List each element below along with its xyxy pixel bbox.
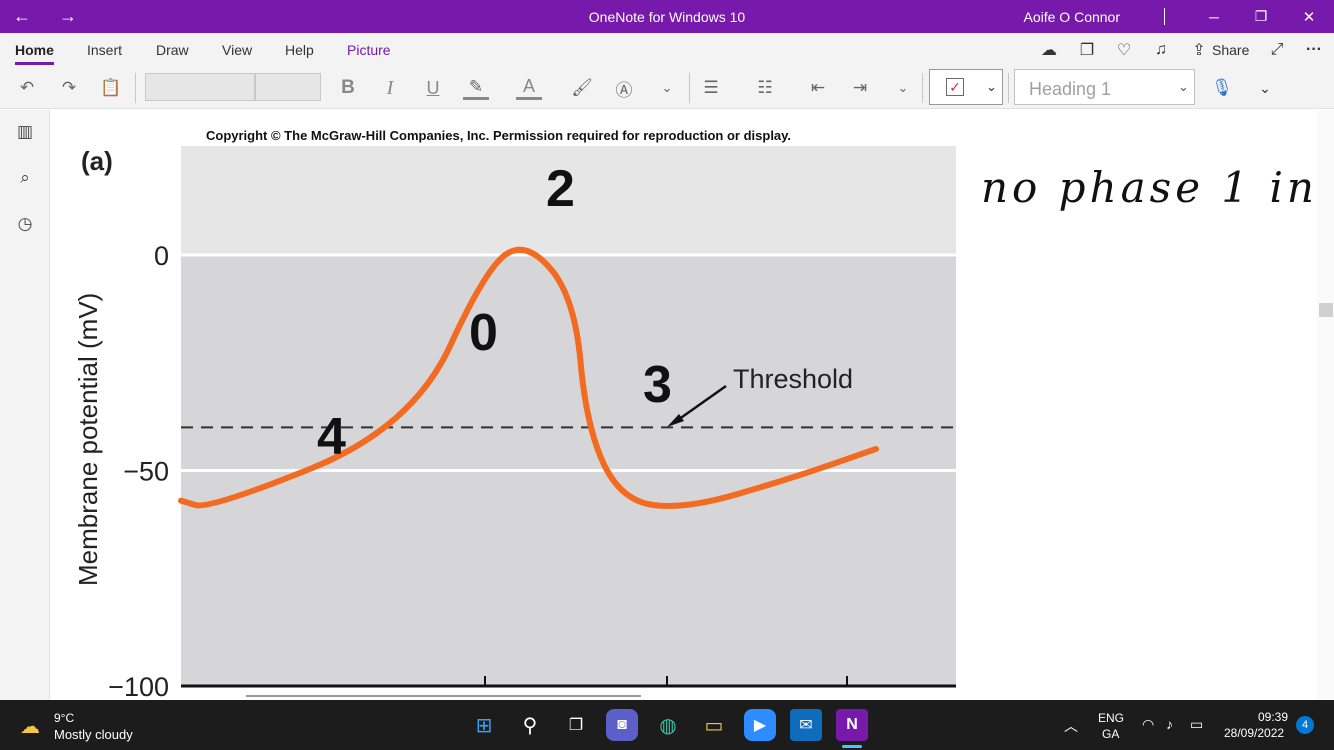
redo-icon[interactable]: ↷ <box>56 76 82 100</box>
active-app-indicator <box>842 745 862 748</box>
chevron-down-icon[interactable]: ⌄ <box>1252 76 1278 100</box>
weather-description[interactable]: Mostly cloudy <box>54 727 133 742</box>
recent-clock-icon[interactable]: ◷ <box>13 212 37 236</box>
expand-icon[interactable]: ⤢ <box>1266 40 1288 60</box>
page-canvas[interactable]: Copyright © The McGraw-Hill Companies, I… <box>51 110 1317 700</box>
copyright-notice: Copyright © The McGraw-Hill Companies, I… <box>206 128 791 143</box>
format-painter-icon[interactable]: 🖌 <box>569 76 595 100</box>
file-explorer-icon[interactable]: ▭ <box>698 709 730 741</box>
notebooks-icon[interactable]: ▥ <box>13 120 37 144</box>
user-name[interactable]: Aoife O Connor <box>1024 9 1121 25</box>
close-button[interactable]: ✕ <box>1289 0 1329 33</box>
more-options-icon[interactable]: ··· <box>1303 40 1325 60</box>
font-family-select[interactable] <box>145 73 255 101</box>
left-navigation: ▥ ⌕ ◷ <box>0 110 50 700</box>
language-indicator[interactable]: ENG <box>1098 711 1124 725</box>
ribbon-separator <box>922 73 923 103</box>
restore-button[interactable]: ❐ <box>1241 0 1281 33</box>
threshold-label: Threshold <box>733 364 853 394</box>
search-icon[interactable]: ⚲ <box>514 709 546 741</box>
bold-button[interactable]: B <box>335 76 361 100</box>
app-title: OneNote for Windows 10 <box>588 9 746 25</box>
numbered-list-icon[interactable]: ☷ <box>752 76 778 100</box>
active-tab-indicator <box>15 62 54 65</box>
y-tick-label: −100 <box>108 672 169 700</box>
clock-date[interactable]: 28/09/2022 <box>1224 726 1284 740</box>
y-tick-label: −50 <box>123 457 169 487</box>
bell-icon[interactable]: ♫ <box>1150 40 1172 60</box>
phase-label-0: 0 <box>469 304 498 362</box>
indent-icon[interactable]: ⇥ <box>847 76 873 100</box>
wifi-icon[interactable]: ◠ <box>1142 716 1154 733</box>
highlight-icon[interactable]: ✎ <box>463 76 489 100</box>
styles-icon[interactable]: Ⓐ <box>611 76 637 100</box>
style-select-value: Heading 1 <box>1029 79 1112 99</box>
clipboard-icon[interactable]: 📋 <box>98 76 124 100</box>
chevron-down-icon: ⌄ <box>986 79 997 94</box>
tab-insert[interactable]: Insert <box>87 42 122 58</box>
teams-chat-icon[interactable]: ◙ <box>606 709 638 741</box>
minimize-button[interactable]: ─ <box>1194 0 1234 33</box>
tab-home[interactable]: Home <box>15 42 54 58</box>
tab-help[interactable]: Help <box>285 42 314 58</box>
share-button[interactable]: Share <box>1212 42 1249 58</box>
phase-label-2: 2 <box>546 160 575 218</box>
chevron-down-icon[interactable]: ⌄ <box>890 76 916 100</box>
underline-button[interactable]: U <box>420 76 446 100</box>
phase-label-3: 3 <box>643 356 672 414</box>
bullet-list-icon[interactable]: ☰ <box>698 76 724 100</box>
task-view-icon[interactable]: ❐ <box>560 709 592 741</box>
font-color-button[interactable]: A <box>516 76 542 100</box>
chevron-down-icon[interactable]: ⌄ <box>654 76 680 100</box>
lightbulb-icon[interactable]: ♡ <box>1113 40 1135 60</box>
phase-label-4: 4 <box>317 408 346 466</box>
italic-button[interactable]: I <box>377 76 403 100</box>
title-bar: ← → OneNote for Windows 10 Aoife O Conno… <box>0 0 1334 33</box>
panel-label: (a) <box>81 146 113 176</box>
checkbox-icon: ✓ <box>946 78 964 96</box>
y-axis-label: Membrane potential (mV) <box>73 293 103 586</box>
ribbon-toolbar: ↶ ↷ 📋 B I U ✎ A 🖌 Ⓐ ⌄ ☰ ☷ ⇤ ⇥ ⌄ ✓ ⌄ Head… <box>0 67 1334 109</box>
microphone-icon[interactable]: 🎙 <box>1209 76 1235 100</box>
keyboard-layout-indicator[interactable]: GA <box>1102 727 1119 741</box>
edge-browser-icon[interactable]: ◍ <box>652 709 684 741</box>
ribbon-separator <box>135 73 136 103</box>
start-windows-icon[interactable]: ⊞ <box>468 709 500 741</box>
weather-temperature[interactable]: 9°C <box>54 711 74 725</box>
windows-taskbar: ☁ 9°C Mostly cloudy ⊞ ⚲ ❐ ◙ ◍ ▭ ▶ ✉ N ︿ … <box>0 700 1334 750</box>
todo-tag-select[interactable]: ✓ ⌄ <box>929 69 1003 105</box>
battery-icon[interactable]: ▭ <box>1190 716 1203 733</box>
weather-cloud-icon[interactable]: ☁ <box>20 714 40 739</box>
search-icon[interactable]: ⌕ <box>13 166 37 190</box>
undo-icon[interactable]: ↶ <box>14 76 40 100</box>
zoom-icon[interactable]: ▶ <box>744 709 776 741</box>
tab-draw[interactable]: Draw <box>156 42 189 58</box>
show-hidden-icons-chevron-icon[interactable]: ︿ <box>1064 716 1078 736</box>
title-separator <box>1164 8 1165 25</box>
mail-icon[interactable]: ✉ <box>790 709 822 741</box>
notification-count-badge[interactable]: 4 <box>1296 716 1314 734</box>
volume-icon[interactable]: ♪ <box>1166 716 1173 732</box>
font-size-select[interactable] <box>255 73 321 101</box>
notebook-icon[interactable]: ❐ <box>1076 40 1098 60</box>
clock-time[interactable]: 09:39 <box>1258 710 1288 724</box>
sync-icon[interactable]: ☁ <box>1038 40 1060 60</box>
y-tick-label: 0 <box>154 241 169 271</box>
scrollbar-thumb[interactable] <box>1319 303 1333 317</box>
handwritten-note[interactable]: no phase 1 in <box>981 163 1317 212</box>
outdent-icon[interactable]: ⇤ <box>805 76 831 100</box>
onenote-icon[interactable]: N <box>836 709 868 741</box>
tab-picture[interactable]: Picture <box>347 42 391 58</box>
chevron-down-icon: ⌄ <box>1178 79 1189 94</box>
ribbon-separator <box>1008 73 1009 103</box>
ribbon-separator <box>689 73 690 103</box>
paragraph-style-select[interactable]: Heading 1 ⌄ <box>1014 69 1195 105</box>
vertical-scrollbar[interactable] <box>1317 110 1334 700</box>
share-icon[interactable]: ⇪ <box>1188 40 1210 60</box>
menu-bar: Home Insert Draw View Help Picture ☁ ❐ ♡… <box>0 33 1334 67</box>
tab-view[interactable]: View <box>222 42 252 58</box>
membrane-potential-figure: Copyright © The McGraw-Hill Companies, I… <box>73 128 1317 700</box>
